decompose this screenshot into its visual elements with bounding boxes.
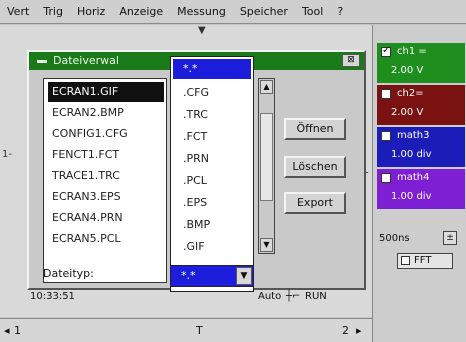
channel-name: ch1 = <box>397 46 427 57</box>
math-4-tile[interactable]: math4 1.00 div <box>377 169 465 209</box>
timebase-stepper[interactable]: ± <box>443 231 457 245</box>
scroll-thumb[interactable] <box>260 113 273 201</box>
file-item[interactable]: ECRAN1.GIF <box>48 82 164 102</box>
clock-time: 10:33:51 <box>30 291 75 302</box>
menu-tool[interactable]: Tool <box>295 5 330 18</box>
menu-trig[interactable]: Trig <box>36 5 70 18</box>
channel-scale[interactable]: 2.00 V <box>391 107 423 118</box>
close-icon[interactable]: ⊠ <box>342 54 360 67</box>
channel-scale[interactable]: 1.00 div <box>391 149 432 160</box>
channel-2-tile[interactable]: ch2= 2.00 V <box>377 85 465 125</box>
checkbox-icon[interactable] <box>381 131 391 141</box>
dialog-title: Dateiverwal <box>53 54 119 67</box>
extension-dropdown-list[interactable]: *.* .CFG .TRC .FCT .PRN .PCL .EPS .BMP .… <box>170 56 254 292</box>
extension-option[interactable]: .GIF <box>173 237 251 257</box>
menu-messung[interactable]: Messung <box>170 5 233 18</box>
checkbox-icon[interactable] <box>381 45 391 57</box>
scroll-up-icon[interactable]: ▲ <box>260 80 273 94</box>
cursor-2-marker[interactable]: 2 <box>342 324 349 337</box>
file-item[interactable]: CONFIG1.CFG <box>48 124 164 144</box>
scroll-left-icon[interactable]: ◂ <box>4 324 10 337</box>
extension-option[interactable]: .BMP <box>173 215 251 235</box>
filetype-label: Dateityp: <box>43 267 94 280</box>
scroll-down-icon[interactable]: ▼ <box>260 238 273 252</box>
extension-option[interactable]: .FCT <box>173 127 251 147</box>
file-item[interactable]: ECRAN2.BMP <box>48 103 164 123</box>
channel-scale[interactable]: 1.00 div <box>391 191 432 202</box>
scroll-right-icon[interactable]: ▸ <box>356 324 362 337</box>
horizontal-position-bar[interactable]: ◂ 1 T 2 ▸ <box>0 318 372 342</box>
timebase-value[interactable]: 500ns <box>379 233 410 244</box>
extension-option[interactable]: .PRN <box>173 149 251 169</box>
channel-name: math4 <box>397 172 430 183</box>
file-list[interactable]: ECRAN1.GIF ECRAN2.BMP CONFIG1.CFG FENCT1… <box>43 78 167 283</box>
menu-speicher[interactable]: Speicher <box>233 5 295 18</box>
chevron-down-icon[interactable]: ▼ <box>236 267 252 285</box>
extension-option[interactable]: .EPS <box>173 193 251 213</box>
channel-panel: ch1 = 2.00 V ch2= 2.00 V math3 1.00 div … <box>372 25 466 342</box>
channel-name: math3 <box>397 130 430 141</box>
export-button[interactable]: Export <box>284 192 346 214</box>
checkbox-icon[interactable] <box>381 173 391 183</box>
file-item[interactable]: TRACE1.TRC <box>48 166 164 186</box>
trigger-slope-icon: ┼⌐ <box>286 291 301 302</box>
menu-anzeige[interactable]: Anzeige <box>112 5 170 18</box>
dialog-menu-icon[interactable] <box>37 60 47 63</box>
extension-option[interactable]: .PCL <box>173 171 251 191</box>
file-item[interactable]: ECRAN3.EPS <box>48 187 164 207</box>
extension-option[interactable]: .CFG <box>173 83 251 103</box>
menu-bar: Vert Trig Horiz Anzeige Messung Speicher… <box>0 0 466 24</box>
channel-name: ch2= <box>397 88 424 99</box>
math-3-tile[interactable]: math3 1.00 div <box>377 127 465 167</box>
extension-option[interactable]: .TRC <box>173 105 251 125</box>
checkbox-icon[interactable] <box>401 256 410 265</box>
trigger-mode[interactable]: Auto <box>258 291 281 302</box>
file-item[interactable]: FENCT1.FCT <box>48 145 164 165</box>
menu-help[interactable]: ? <box>330 5 350 18</box>
trigger-position-marker[interactable]: T <box>196 324 203 337</box>
open-button[interactable]: Öffnen <box>284 118 346 140</box>
file-item[interactable]: ECRAN4.PRN <box>48 208 164 228</box>
trigger-marker-top: ▼ <box>198 25 206 36</box>
channel-scale[interactable]: 2.00 V <box>391 65 423 76</box>
status-line: 10:33:51 Auto ┼⌐ RUN <box>0 290 372 306</box>
extension-option[interactable]: *.* <box>173 59 251 79</box>
delete-button[interactable]: Löschen <box>284 156 346 178</box>
filetype-select[interactable]: *.* ▼ <box>170 265 254 287</box>
ground-marker-left: 1- <box>2 149 12 160</box>
checkbox-icon[interactable] <box>381 89 391 99</box>
file-item[interactable]: ECRAN5.PCL <box>48 229 164 249</box>
menu-horiz[interactable]: Horiz <box>70 5 112 18</box>
menu-vert[interactable]: Vert <box>0 5 36 18</box>
fft-label: FFT <box>414 255 432 266</box>
filetype-value: *.* <box>181 269 196 282</box>
file-manager-dialog: Dateiverwal ⊠ ECRAN1.GIF ECRAN2.BMP CONF… <box>27 50 366 292</box>
file-list-scrollbar[interactable]: ▲ ▼ <box>258 78 275 254</box>
cursor-1-marker[interactable]: 1 <box>14 324 21 337</box>
run-state[interactable]: RUN <box>305 291 327 302</box>
channel-1-tile[interactable]: ch1 = 2.00 V <box>377 43 465 83</box>
